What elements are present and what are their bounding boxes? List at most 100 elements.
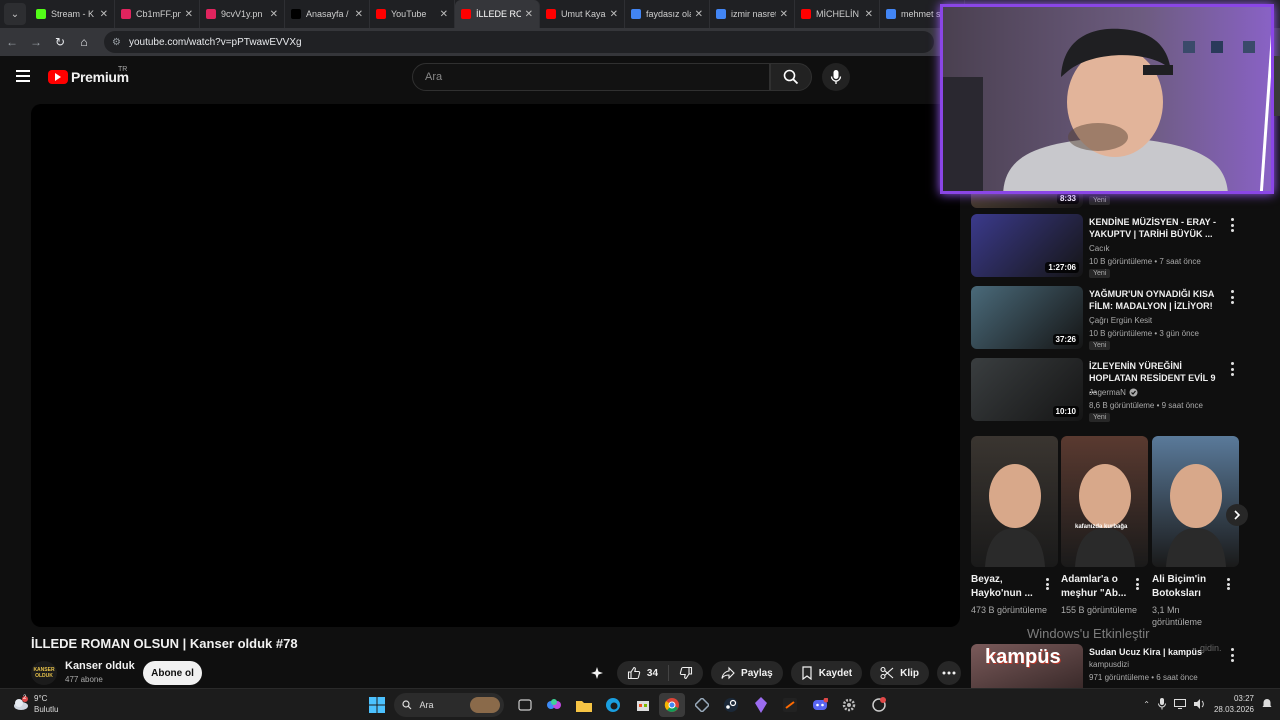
channel-name[interactable]: kampusdizi bbox=[1089, 660, 1129, 669]
more-options-icon[interactable] bbox=[1229, 648, 1235, 662]
home-button[interactable]: ⌂ bbox=[72, 30, 96, 54]
browser-tab[interactable]: MİCHELİN ✕ bbox=[795, 0, 880, 28]
channel-name[interactable]: Kanser olduk bbox=[65, 660, 135, 672]
menu-icon[interactable] bbox=[16, 70, 30, 82]
scrollbar[interactable] bbox=[1274, 56, 1280, 116]
more-options-icon[interactable] bbox=[1229, 290, 1235, 304]
more-options-icon[interactable] bbox=[1229, 362, 1235, 376]
recommendation-item[interactable]: 10:10 İZLEYENİN YÜREĞİNİ HOPLATAN RESİDEN… bbox=[971, 358, 1251, 424]
save-button[interactable]: Kaydet bbox=[790, 661, 863, 685]
monitor-icon[interactable] bbox=[1173, 699, 1186, 709]
back-button[interactable]: ← bbox=[0, 30, 24, 54]
browser-tab[interactable]: 9cvV1y.pn ✕ bbox=[200, 0, 285, 28]
voice-search-button[interactable] bbox=[822, 63, 850, 91]
volume-icon[interactable] bbox=[1193, 699, 1206, 709]
taskbar-search[interactable]: Ara bbox=[393, 693, 504, 717]
short-thumbnail[interactable]: kafanızda kurbağa bbox=[1061, 436, 1148, 567]
recommendation-item[interactable]: 37:26 YAĞMUR'UN OYNADIĞI KISA FİLM: MADAL… bbox=[971, 286, 1251, 352]
task-view-icon[interactable] bbox=[512, 693, 538, 717]
browser-tab[interactable]: Stream - K ✕ bbox=[30, 0, 115, 28]
recommendation-item[interactable]: 1:27:06 KENDİNE MÜZİSYEN - ERAY - YAKUPTV… bbox=[971, 214, 1251, 280]
browser-tab[interactable]: izmir nasrettin ✕ bbox=[710, 0, 795, 28]
start-button[interactable] bbox=[364, 693, 390, 717]
app-icon[interactable] bbox=[689, 693, 715, 717]
shorts-next-button[interactable] bbox=[1226, 504, 1248, 526]
browser-tab[interactable]: YouTube ✕ bbox=[370, 0, 455, 28]
tab-search-button[interactable]: ⌄ bbox=[4, 3, 26, 25]
google-icon bbox=[886, 9, 896, 19]
browser-tab[interactable]: Cb1mFF.pn ✕ bbox=[115, 0, 200, 28]
close-tab-icon[interactable]: ✕ bbox=[440, 9, 448, 20]
video-thumbnail[interactable]: 10:10 bbox=[971, 358, 1083, 421]
close-tab-icon[interactable]: ✕ bbox=[695, 9, 703, 20]
close-tab-icon[interactable]: ✕ bbox=[270, 9, 278, 20]
subscribe-button[interactable]: Abone ol bbox=[143, 661, 202, 685]
discord-icon[interactable] bbox=[807, 693, 833, 717]
reload-button[interactable]: ↻ bbox=[48, 30, 72, 54]
close-tab-icon[interactable]: ✕ bbox=[525, 9, 533, 20]
more-options-icon[interactable] bbox=[1229, 218, 1235, 232]
more-options-icon[interactable] bbox=[1225, 578, 1231, 590]
clock-date: 28.03.2026 bbox=[1213, 705, 1254, 714]
short-thumbnail[interactable] bbox=[1152, 436, 1239, 567]
close-tab-icon[interactable]: ✕ bbox=[610, 9, 618, 20]
streamer-app-icon[interactable] bbox=[866, 693, 892, 717]
video-title[interactable]: KENDİNE MÜZİSYEN - ERAY - YAKUPTV | TARİ… bbox=[1089, 216, 1219, 240]
search-input[interactable] bbox=[425, 71, 725, 83]
close-tab-icon[interactable]: ✕ bbox=[780, 9, 788, 20]
close-tab-icon[interactable]: ✕ bbox=[865, 9, 873, 20]
channel-avatar[interactable]: KANSER OLDUK bbox=[31, 661, 57, 685]
search-button[interactable] bbox=[770, 63, 812, 91]
video-thumbnail[interactable]: kampüs bbox=[971, 644, 1083, 688]
clip-button[interactable]: Klip bbox=[870, 661, 929, 685]
short-title[interactable]: Beyaz, Hayko'nun ... bbox=[971, 573, 1041, 601]
close-tab-icon[interactable]: ✕ bbox=[355, 9, 363, 20]
new-badge: Yeni bbox=[1089, 196, 1111, 205]
address-bar[interactable]: ⚙ youtube.com/watch?v=pPTwawEVVXg bbox=[104, 31, 934, 53]
browser-tab[interactable]: Umut Kaya ✕ bbox=[540, 0, 625, 28]
steam-icon[interactable] bbox=[718, 693, 744, 717]
notification-icon[interactable] bbox=[1262, 698, 1272, 710]
short-title[interactable]: Adamlar'a o meşhur "Ab... bbox=[1061, 573, 1131, 601]
more-actions-button[interactable] bbox=[937, 661, 961, 685]
copilot-icon[interactable] bbox=[541, 693, 567, 717]
forward-button[interactable]: → bbox=[24, 30, 48, 54]
more-options-icon[interactable] bbox=[1044, 578, 1050, 590]
video-title[interactable]: YAĞMUR'UN OYNADIĞI KISA FİLM: MADALYON |… bbox=[1089, 288, 1219, 312]
channel-name[interactable]: Çağrı Ergün Kesit bbox=[1089, 316, 1152, 325]
video-player[interactable] bbox=[31, 104, 960, 627]
browser-tab[interactable]: faydasız olan ✕ bbox=[625, 0, 710, 28]
more-options-icon[interactable] bbox=[1134, 578, 1140, 590]
close-tab-icon[interactable]: ✕ bbox=[185, 9, 193, 20]
video-thumbnail[interactable]: 1:27:06 bbox=[971, 214, 1083, 277]
settings-icon[interactable] bbox=[836, 693, 862, 717]
microphone-icon[interactable] bbox=[1157, 698, 1166, 710]
file-explorer-icon[interactable] bbox=[571, 693, 597, 717]
close-tab-icon[interactable]: ✕ bbox=[100, 9, 108, 20]
channel-name[interactable]: Cacık bbox=[1089, 244, 1109, 253]
chrome-icon[interactable] bbox=[659, 693, 685, 717]
chevron-up-icon[interactable]: ⌃ bbox=[1143, 700, 1150, 709]
obs-app-icon[interactable] bbox=[777, 693, 803, 717]
weather-widget[interactable]: 2 9°C Bulutlu bbox=[12, 693, 58, 715]
share-button[interactable]: Paylaş bbox=[711, 661, 783, 685]
store-icon[interactable] bbox=[630, 693, 656, 717]
short-thumbnail[interactable] bbox=[971, 436, 1058, 567]
edge-icon[interactable] bbox=[600, 693, 626, 717]
youtube-logo[interactable]: Premium TR bbox=[48, 66, 129, 85]
media-icon bbox=[121, 9, 131, 19]
video-thumbnail[interactable]: 37:26 bbox=[971, 286, 1083, 349]
clock[interactable]: 03:27 28.03.2026 bbox=[1214, 693, 1254, 715]
browser-tab[interactable]: Anasayfa / X ✕ bbox=[285, 0, 370, 28]
crystal-app-icon[interactable] bbox=[748, 693, 774, 717]
bookmark-icon bbox=[802, 666, 812, 680]
verified-icon bbox=[1129, 388, 1138, 397]
short-title[interactable]: Ali Biçim'in Botoksları bbox=[1152, 573, 1222, 601]
ai-sparkle-button[interactable] bbox=[585, 661, 609, 685]
site-info-icon[interactable]: ⚙ bbox=[112, 37, 121, 48]
channel-name[interactable]: JagermaN bbox=[1089, 388, 1138, 397]
like-button[interactable]: 34 bbox=[617, 661, 668, 685]
browser-tab[interactable]: İLLEDE ROMAN ✕ bbox=[455, 0, 540, 28]
dislike-button[interactable] bbox=[669, 661, 703, 685]
tab-label: mehmet s bbox=[901, 9, 941, 19]
